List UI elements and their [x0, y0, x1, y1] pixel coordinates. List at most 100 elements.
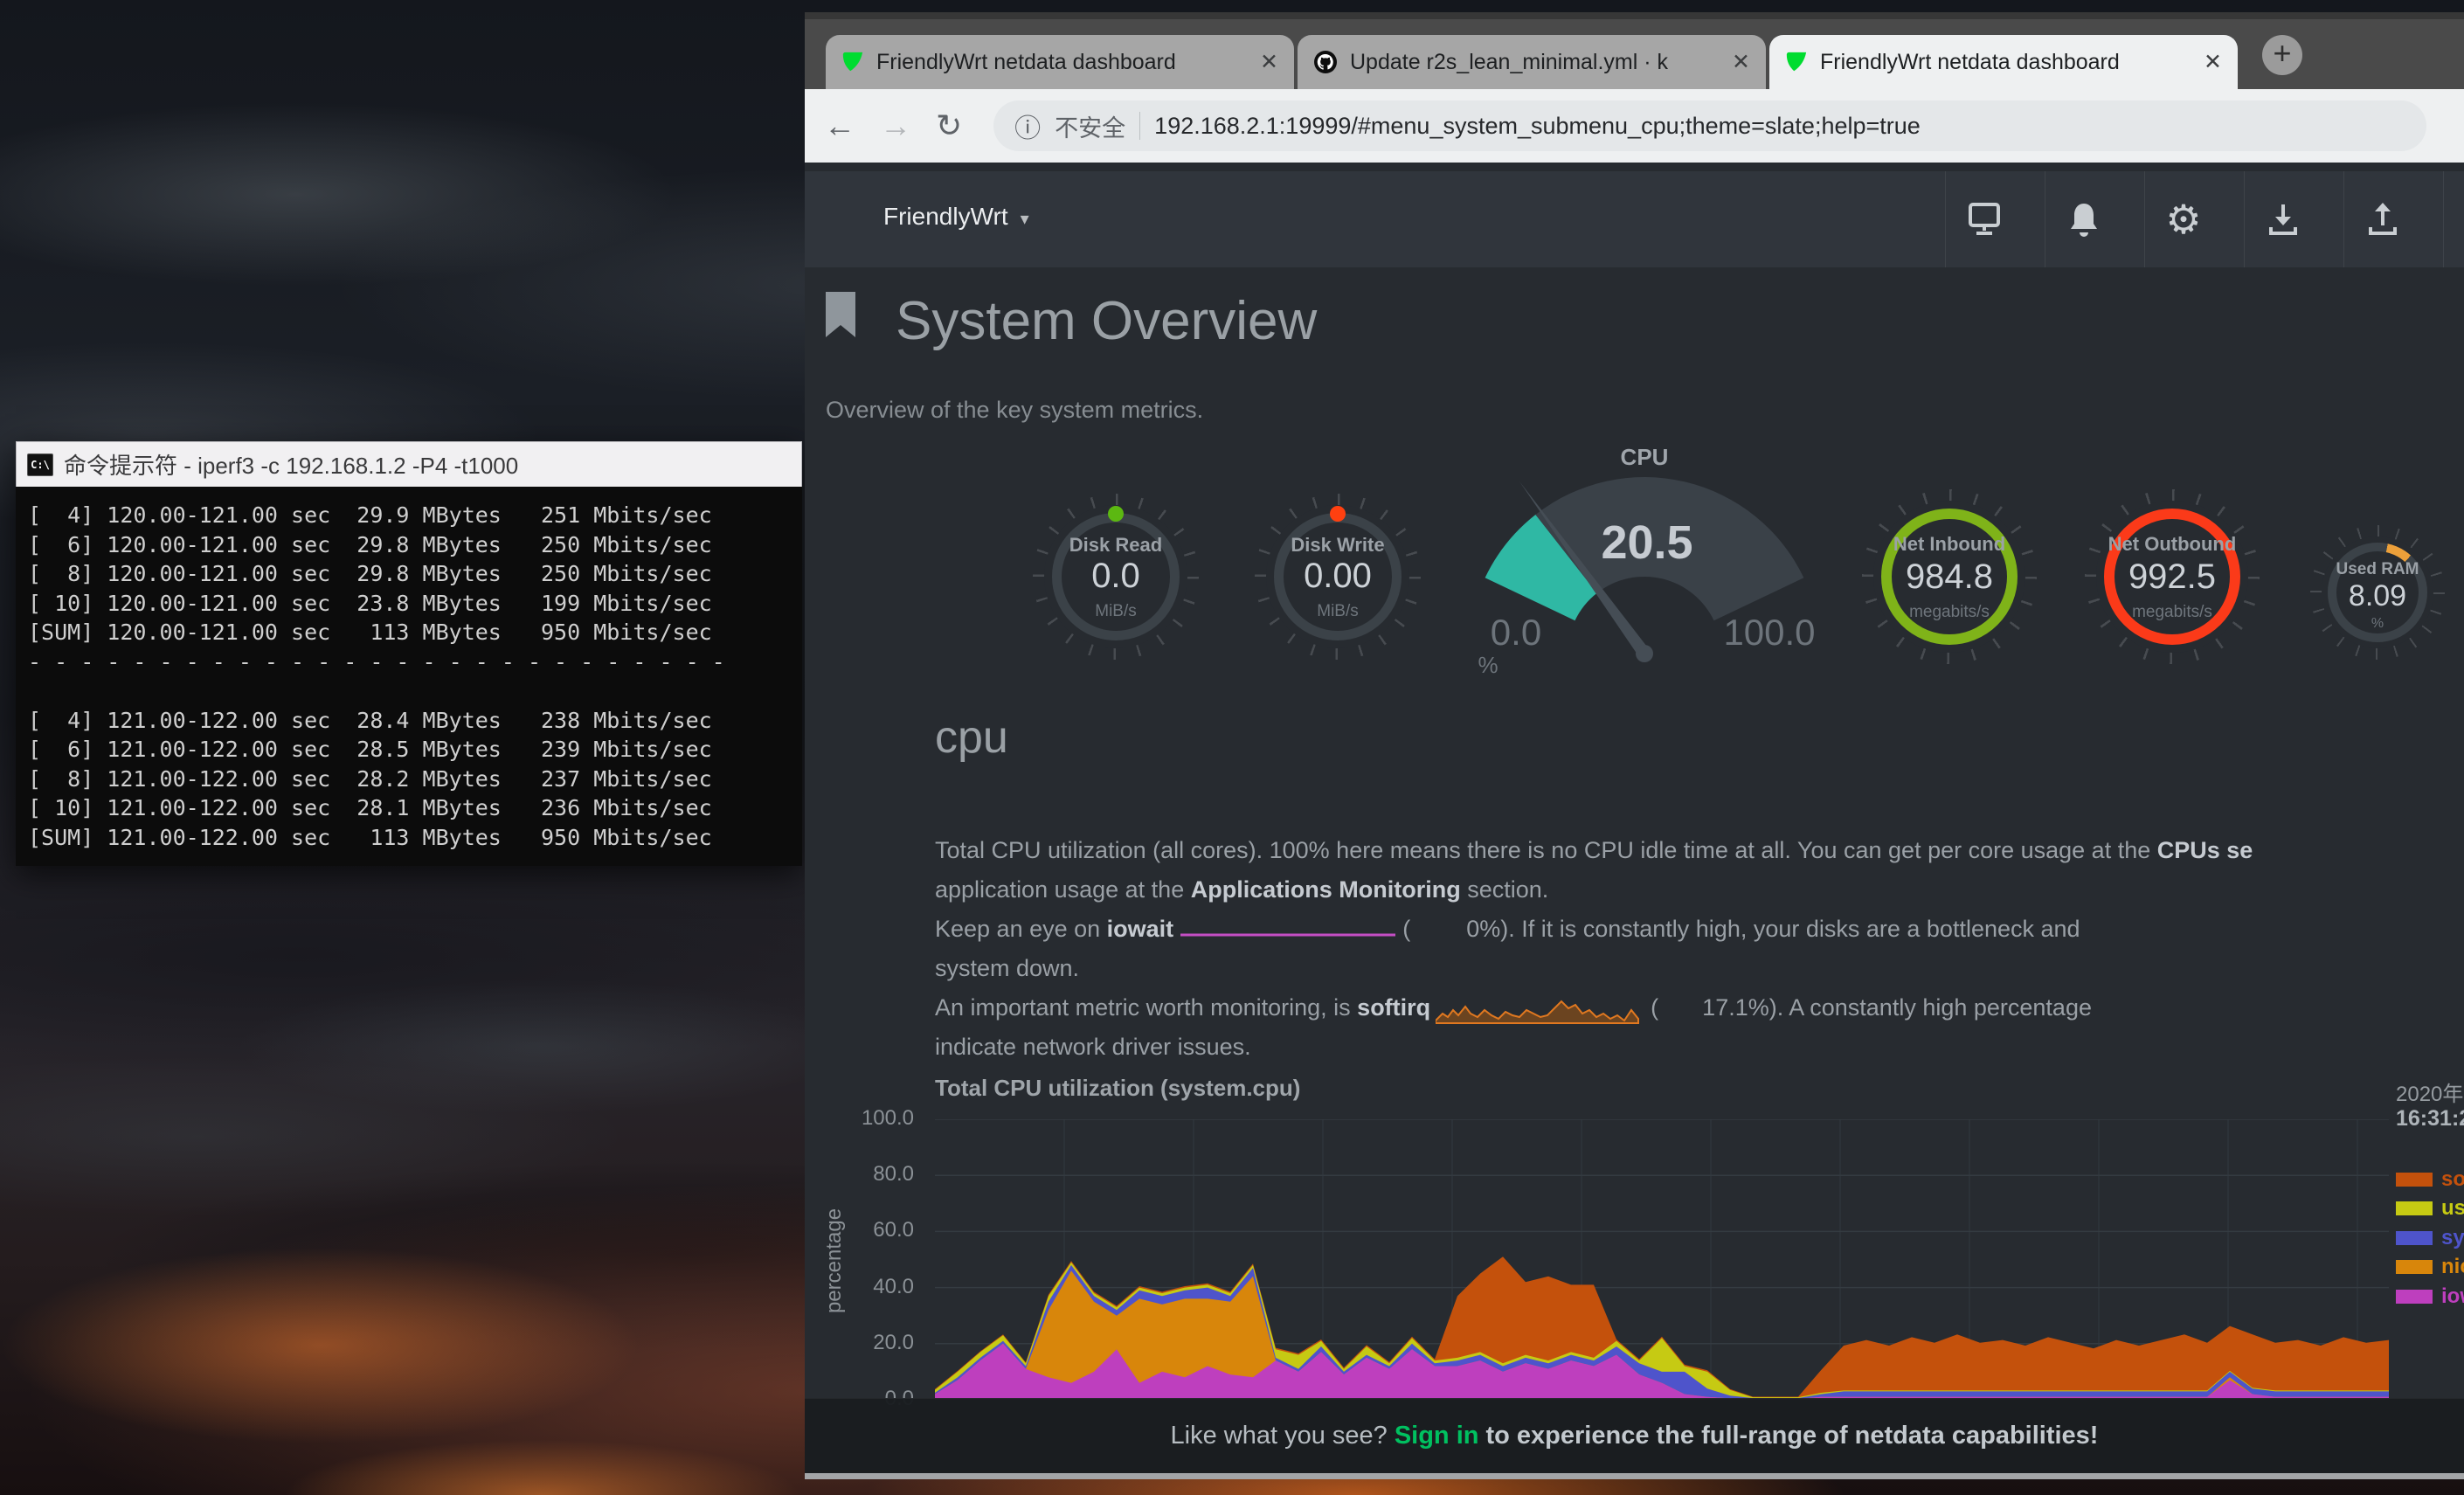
- header-separator: [2443, 171, 2444, 267]
- gauge-disk-read[interactable]: Disk Read 0.0 MiB/s: [1033, 494, 1199, 660]
- cpus-link[interactable]: CPUs se: [2157, 837, 2253, 863]
- text: (: [1402, 916, 1410, 942]
- netdata-icon: [841, 51, 864, 73]
- new-tab-button[interactable]: +: [2262, 35, 2302, 75]
- chart-date: 2020年3: [2396, 1076, 2464, 1107]
- gauge-label: Net Inbound: [1862, 533, 2037, 556]
- legend-label: iow: [2441, 1284, 2464, 1308]
- legend-swatch: [2396, 1260, 2433, 1274]
- gauge-unit: megabits/s: [1862, 603, 2037, 622]
- gauge-dot: [1330, 506, 1346, 522]
- netdata-brand-dropdown[interactable]: FriendlyWrt▾: [883, 203, 1029, 231]
- iowait-label: iowait: [1107, 916, 1174, 942]
- chevron-down-icon: ▾: [1021, 210, 1029, 229]
- gauge-label: Disk Read: [1033, 534, 1199, 557]
- text: (: [1651, 994, 1658, 1021]
- gauge-unit: %: [2310, 616, 2445, 632]
- chart-time: 16:31:2: [2396, 1106, 2464, 1132]
- applications-monitoring-link[interactable]: Applications Monitoring: [1191, 876, 1461, 903]
- softirq-sparkline: [1436, 994, 1645, 1024]
- y-tick-label: 80.0: [827, 1162, 914, 1187]
- cpu-desc-line-4: system down.: [935, 955, 2253, 994]
- gauge-value: 984.8: [1862, 557, 2037, 597]
- tab-title: FriendlyWrt netdata dashboard: [876, 50, 1248, 75]
- gauge-used-ram[interactable]: Used RAM 8.09 %: [2310, 525, 2445, 660]
- terminal-title: 命令提示符 - iperf3 -c 192.168.1.2 -P4 -t1000: [64, 448, 518, 481]
- gauge-disk-write[interactable]: Disk Write 0.00 MiB/s: [1255, 494, 1421, 660]
- legend-item-sys[interactable]: sys: [2396, 1226, 2464, 1252]
- close-icon[interactable]: ✕: [2204, 49, 2222, 75]
- iowait-value: 0%: [1466, 916, 1500, 942]
- page-subtitle: Overview of the key system metrics.: [826, 397, 1203, 424]
- legend-item-use[interactable]: use: [2396, 1196, 2464, 1222]
- gauge-unit: MiB/s: [1255, 602, 1421, 621]
- gauge-cpu[interactable]: CPU 20.5 0.0 100.0 %: [1450, 437, 1844, 699]
- text: Total CPU utilization (all cores). 100% …: [935, 837, 2157, 863]
- text: An important metric worth monitoring, is: [935, 994, 1357, 1021]
- security-label: 不安全: [1055, 109, 1125, 143]
- stacked-area-plot[interactable]: [935, 1119, 2389, 1400]
- close-icon[interactable]: ✕: [1732, 49, 1750, 75]
- print-view-button[interactable]: [1935, 171, 2034, 267]
- chart-title: Total CPU utilization (system.cpu): [935, 1075, 1300, 1102]
- gauge-label: Used RAM: [2310, 560, 2445, 579]
- export-button[interactable]: [2333, 171, 2433, 267]
- text: ). A constantly high percentage: [1769, 994, 2092, 1021]
- gauge-min: 0.0: [1468, 612, 1564, 654]
- bookmark-icon: [826, 292, 855, 337]
- cpu-utilization-chart[interactable]: [935, 1119, 2389, 1400]
- gauge-value: 8.09: [2310, 579, 2445, 613]
- upload-icon: [2365, 201, 2400, 238]
- cpu-desc-line-3: Keep an eye on iowait(0%). If it is cons…: [935, 916, 2253, 955]
- gear-icon: ⚙: [2165, 196, 2201, 243]
- text: application usage at the: [935, 876, 1191, 903]
- gauge-label: Net Outbound: [2085, 533, 2260, 556]
- terminal-titlebar[interactable]: C:\ 命令提示符 - iperf3 -c 192.168.1.2 -P4 -t…: [16, 441, 802, 487]
- tab-friendlywrt-1[interactable]: FriendlyWrt netdata dashboard ✕: [826, 35, 1294, 89]
- legend-label: soft: [2441, 1167, 2464, 1191]
- cpu-desc-line-5: An important metric worth monitoring, is…: [935, 994, 2253, 1034]
- gauge-net-outbound[interactable]: Net Outbound 992.5 megabits/s: [2085, 489, 2260, 664]
- legend-item-nice[interactable]: nice: [2396, 1255, 2464, 1281]
- gauge-max: 100.0: [1713, 612, 1826, 654]
- text: system down.: [935, 955, 1079, 981]
- tab-github[interactable]: Update r2s_lean_minimal.yml · k ✕: [1298, 35, 1766, 89]
- alarms-button[interactable]: [2034, 171, 2134, 267]
- chart-y-axis-label: percentage: [822, 1173, 847, 1348]
- gauge-dot: [1108, 506, 1124, 522]
- site-info-icon[interactable]: ⓘ: [1014, 107, 1041, 145]
- y-tick-label: 100.0: [827, 1106, 914, 1131]
- import-button[interactable]: [2233, 171, 2333, 267]
- forward-icon[interactable]: →: [880, 107, 911, 144]
- legend-item-iow[interactable]: iow: [2396, 1284, 2464, 1311]
- browser-window: FriendlyWrt netdata dashboard ✕ Update r…: [805, 12, 2464, 1479]
- banner-text-bold: to experience the full-range of netdata …: [1485, 1422, 2098, 1450]
- gauge-value: 0.0: [1033, 557, 1199, 596]
- gauge-net-inbound[interactable]: Net Inbound 984.8 megabits/s: [1862, 489, 2037, 664]
- address-bar[interactable]: ⓘ 不安全 192.168.2.1:19999/#menu_system_sub…: [993, 100, 2426, 151]
- text: indicate network driver issues.: [935, 1034, 1251, 1060]
- softirq-value: 17.1%: [1702, 994, 1769, 1021]
- cpu-desc-line-1: Total CPU utilization (all cores). 100% …: [935, 837, 2253, 876]
- download-icon: [2266, 201, 2301, 238]
- reload-icon[interactable]: ↻: [936, 107, 962, 144]
- browser-toolbar: ← → ↻ ⓘ 不安全 192.168.2.1:19999/#menu_syst…: [805, 89, 2464, 163]
- close-icon[interactable]: ✕: [1260, 49, 1278, 75]
- legend-item-soft[interactable]: soft: [2396, 1167, 2464, 1194]
- gauge-unit: MiB/s: [1033, 602, 1199, 621]
- bell-icon: [2066, 200, 2101, 239]
- y-tick-label: 40.0: [827, 1275, 914, 1299]
- netdata-header: FriendlyWrt▾ ⚙: [805, 171, 2464, 267]
- settings-button[interactable]: ⚙: [2134, 171, 2233, 267]
- text: section.: [1461, 876, 1549, 903]
- back-icon[interactable]: ←: [824, 107, 855, 144]
- tab-friendlywrt-2-active[interactable]: FriendlyWrt netdata dashboard ✕: [1769, 35, 2238, 89]
- legend-label: nice: [2441, 1255, 2464, 1278]
- gauge-value: 20.5: [1450, 516, 1844, 570]
- cmd-icon: C:\: [27, 453, 53, 476]
- terminal-window[interactable]: C:\ 命令提示符 - iperf3 -c 192.168.1.2 -P4 -t…: [16, 441, 802, 866]
- monitor-icon: [1965, 201, 2004, 238]
- url-text[interactable]: 192.168.2.1:19999/#menu_system_submenu_c…: [1154, 113, 1921, 140]
- signin-banner: Like what you see? Sign in to experience…: [805, 1398, 2464, 1473]
- sign-in-link[interactable]: Sign in: [1395, 1422, 1479, 1450]
